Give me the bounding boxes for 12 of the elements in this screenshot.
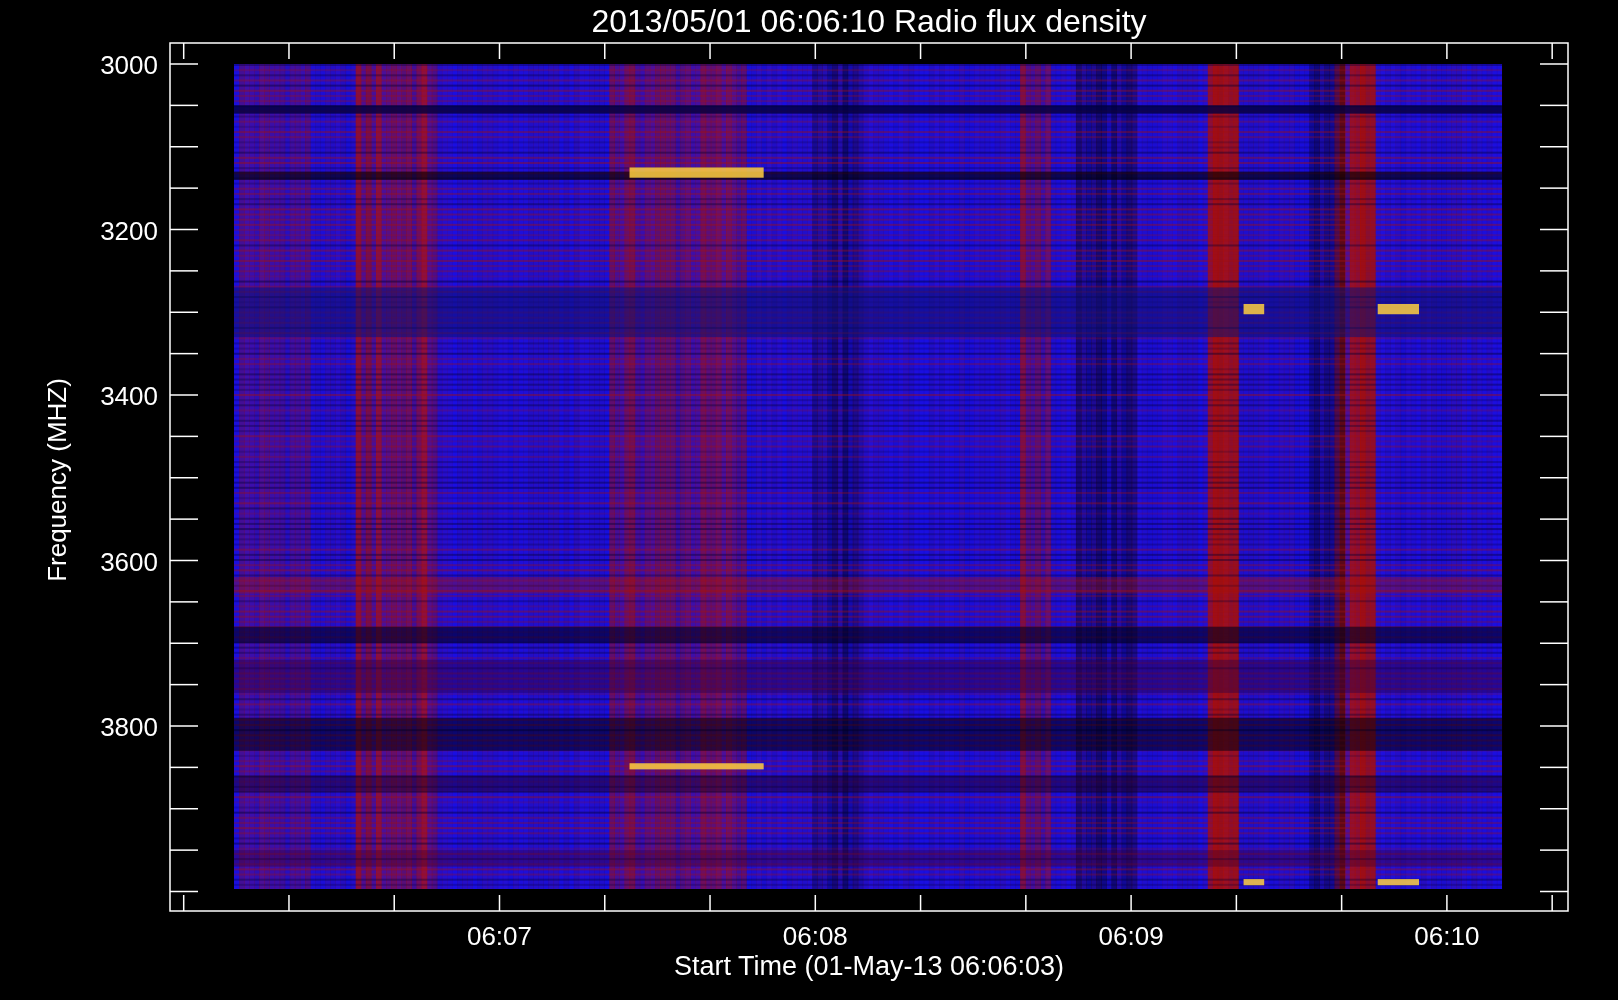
tick-label: 06:09 [1098, 921, 1164, 951]
tick-label: 06:08 [782, 921, 848, 951]
tick-label: 3800 [100, 712, 158, 742]
axis-label: Start Time (01-May-13 06:06:03) [673, 951, 1065, 981]
chart-title: 2013/05/01 06:06:10 Radio flux density [591, 3, 1147, 39]
tick-label: 06:10 [1414, 921, 1480, 951]
tick-label: 3200 [100, 215, 158, 246]
tick-label: 3000 [100, 50, 158, 80]
axis-label: Frequency (MHZ) [42, 378, 72, 582]
tick-label: 06:07 [466, 921, 533, 951]
tick-label: 3400 [100, 381, 158, 411]
tick-label: 3600 [100, 546, 158, 577]
